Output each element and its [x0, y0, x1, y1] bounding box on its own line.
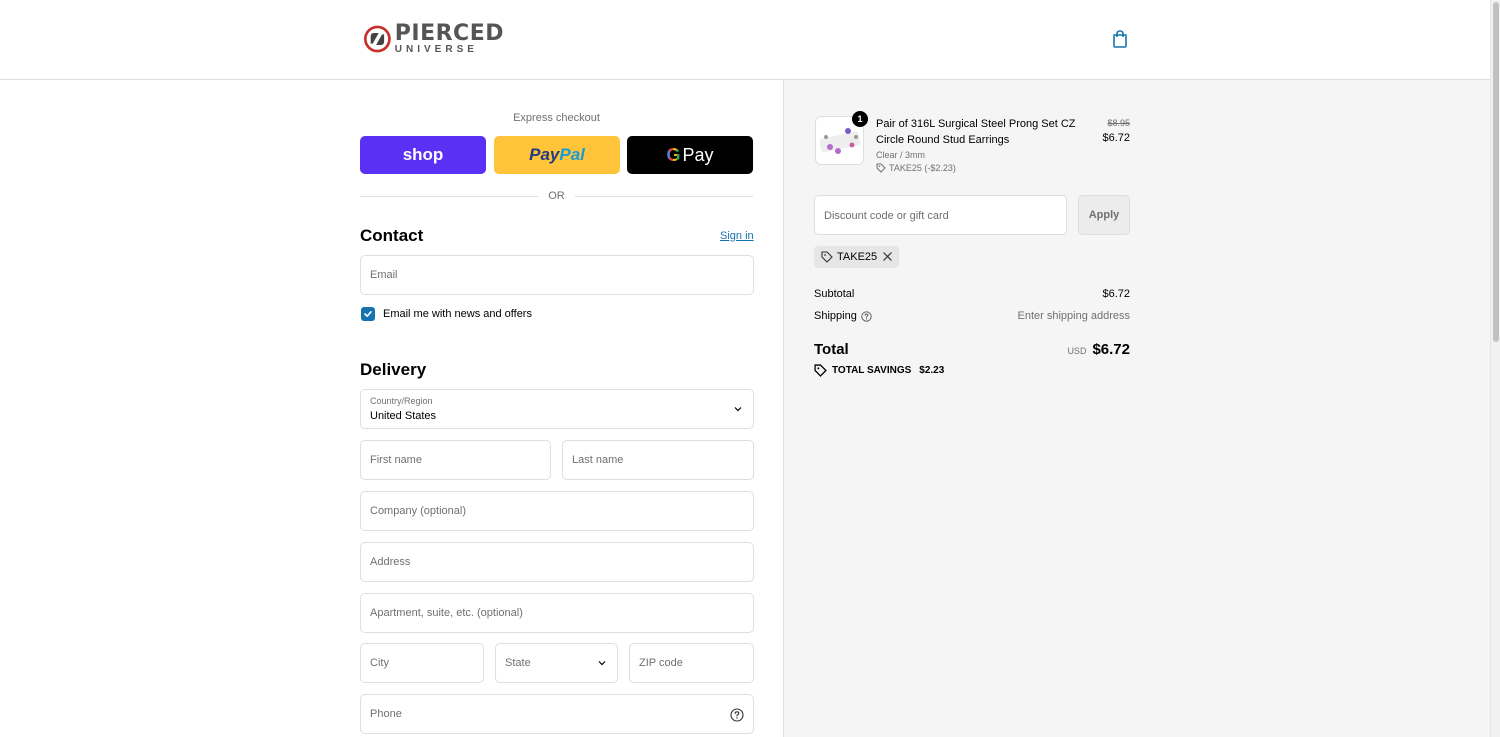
applied-discount-code: TAKE25	[837, 251, 878, 263]
country-value: United States	[370, 410, 437, 422]
delivery-heading: Delivery	[360, 360, 427, 379]
google-pay-label: Pay	[682, 144, 714, 165]
close-icon[interactable]	[882, 251, 893, 262]
total-value-group: USD $6.72	[1067, 341, 1130, 358]
logo-text: PIERCED UNIVERSE	[395, 23, 504, 55]
help-circle-icon[interactable]	[861, 311, 872, 322]
google-g-icon: G	[666, 144, 681, 165]
help-circle-icon[interactable]	[730, 708, 744, 722]
shop-pay-label: shop	[402, 145, 444, 164]
apartment-field[interactable]: Apartment, suite, etc. (optional)	[360, 593, 754, 633]
first-name-placeholder: First name	[370, 454, 422, 466]
company-field[interactable]: Company (optional)	[360, 491, 754, 531]
newsletter-checkbox-row[interactable]: Email me with news and offers	[361, 307, 532, 321]
product-title: Pair of 316L Surgical Steel Prong Set CZ…	[876, 118, 1076, 146]
subtotal-value: $6.72	[1102, 288, 1130, 300]
logo-mark-icon	[364, 25, 391, 53]
contact-heading: Contact	[360, 226, 424, 245]
newsletter-checkbox[interactable]	[361, 307, 375, 321]
country-label: Country/Region	[370, 396, 433, 406]
discount-code-placeholder: Discount code or gift card	[824, 210, 949, 222]
subtotal-row: Subtotal $6.72	[814, 288, 1130, 300]
total-savings-value: $2.23	[919, 365, 945, 376]
last-name-placeholder: Last name	[572, 454, 624, 466]
last-name-field[interactable]: Last name	[562, 440, 754, 480]
quantity-badge: 1	[852, 111, 868, 127]
email-field[interactable]: Email	[360, 255, 754, 295]
divider-line	[360, 195, 539, 197]
total-label: Total	[814, 341, 849, 358]
shopping-bag-icon[interactable]	[1110, 29, 1130, 49]
tag-icon	[814, 364, 827, 377]
brand-logo[interactable]: PIERCED UNIVERSE	[364, 18, 504, 60]
logo-line1: PIERCED	[394, 21, 504, 46]
express-checkout-title: Express checkout	[513, 112, 600, 124]
paypal-button[interactable]: Pay Pal	[494, 136, 620, 174]
tag-icon	[821, 251, 833, 263]
first-name-field[interactable]: First name	[360, 440, 551, 480]
product-variant: Clear / 3mm	[876, 150, 926, 160]
shop-pay-button[interactable]: shop	[360, 136, 486, 174]
google-pay-button[interactable]: G Pay	[627, 136, 753, 174]
divider-line	[574, 195, 753, 197]
discount-code-input[interactable]: Discount code or gift card	[814, 195, 1067, 235]
chevron-down-icon	[598, 661, 606, 666]
product-price: $6.72	[1102, 132, 1130, 144]
checkmark-icon	[364, 311, 372, 317]
state-select[interactable]: State	[495, 643, 618, 683]
scrollbar-thumb[interactable]	[1493, 2, 1499, 342]
applied-discount-chip: TAKE25	[814, 246, 899, 268]
or-label: OR	[548, 190, 565, 202]
page-scrollbar[interactable]	[1490, 0, 1500, 737]
zip-placeholder: ZIP code	[639, 657, 683, 669]
email-placeholder: Email	[370, 269, 398, 281]
phone-placeholder: Phone	[370, 708, 402, 720]
shipping-label: Shipping	[814, 310, 857, 322]
country-select[interactable]: Country/Region United States	[360, 389, 754, 429]
shipping-value: Enter shipping address	[1017, 310, 1130, 322]
logo-line2: UNIVERSE	[394, 44, 478, 55]
newsletter-label: Email me with news and offers	[383, 308, 532, 320]
subtotal-label: Subtotal	[814, 288, 855, 300]
paypal-label-pal: Pal	[559, 145, 585, 164]
total-value: $6.72	[1092, 341, 1130, 358]
address-placeholder: Address	[370, 556, 411, 568]
state-placeholder: State	[505, 657, 531, 669]
city-placeholder: City	[370, 657, 389, 669]
shipping-row: Shipping Enter shipping address	[814, 310, 1130, 322]
paypal-label-pay: Pay	[529, 145, 560, 164]
apartment-placeholder: Apartment, suite, etc. (optional)	[370, 607, 523, 619]
or-divider: OR	[360, 189, 753, 203]
sign-in-link[interactable]: Sign in	[720, 230, 754, 242]
site-header: PIERCED UNIVERSE	[0, 0, 1490, 80]
product-discount-text: TAKE25 (-$2.23)	[889, 163, 956, 173]
tag-icon	[876, 163, 886, 173]
total-currency: USD	[1067, 346, 1087, 356]
order-summary-panel	[783, 80, 1490, 737]
phone-field[interactable]: Phone	[360, 694, 754, 734]
product-original-price: $8.95	[1107, 118, 1130, 128]
chevron-down-icon	[734, 407, 742, 412]
city-field[interactable]: City	[360, 643, 484, 683]
total-savings-row: TOTAL SAVINGS $2.23	[814, 364, 944, 377]
product-discount: TAKE25 (-$2.23)	[876, 163, 956, 173]
total-savings-label: TOTAL SAVINGS	[832, 365, 912, 376]
address-field[interactable]: Address	[360, 542, 754, 582]
zip-field[interactable]: ZIP code	[629, 643, 754, 683]
apply-discount-button[interactable]: Apply	[1078, 195, 1130, 235]
company-placeholder: Company (optional)	[370, 505, 466, 517]
